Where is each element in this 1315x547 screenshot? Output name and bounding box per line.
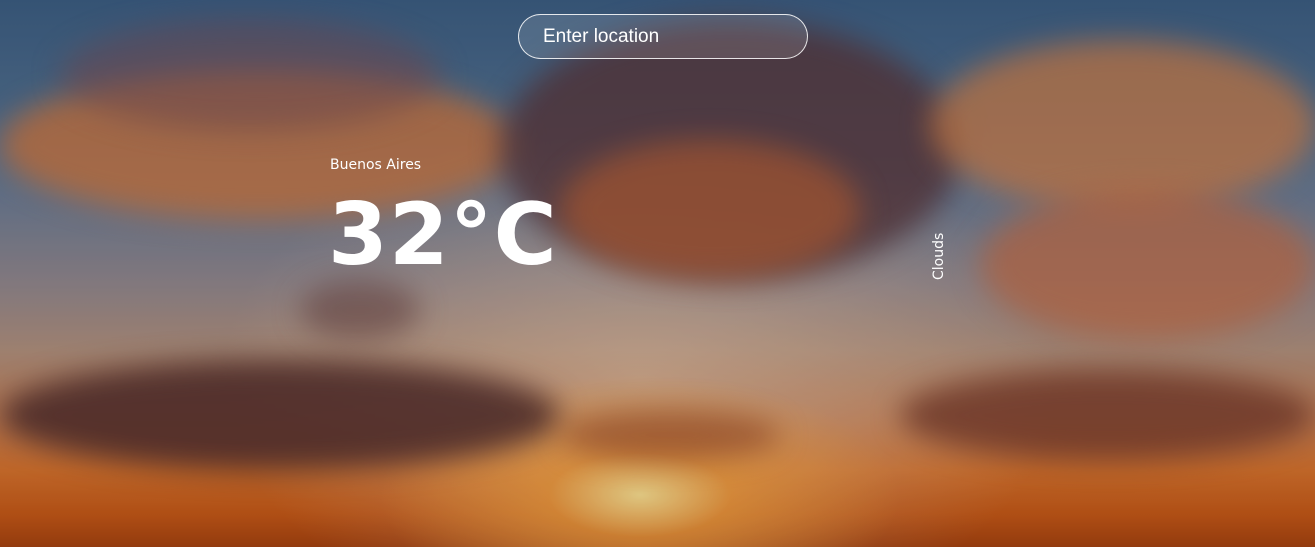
weather-app: Buenos Aires 32°C Clouds [0, 0, 1315, 547]
weather-condition: Clouds [931, 232, 947, 280]
location-search-input[interactable] [518, 14, 808, 59]
temperature-value: 32°C [328, 185, 558, 285]
background-dim-overlay [0, 0, 1315, 547]
location-name: Buenos Aires [330, 157, 422, 173]
